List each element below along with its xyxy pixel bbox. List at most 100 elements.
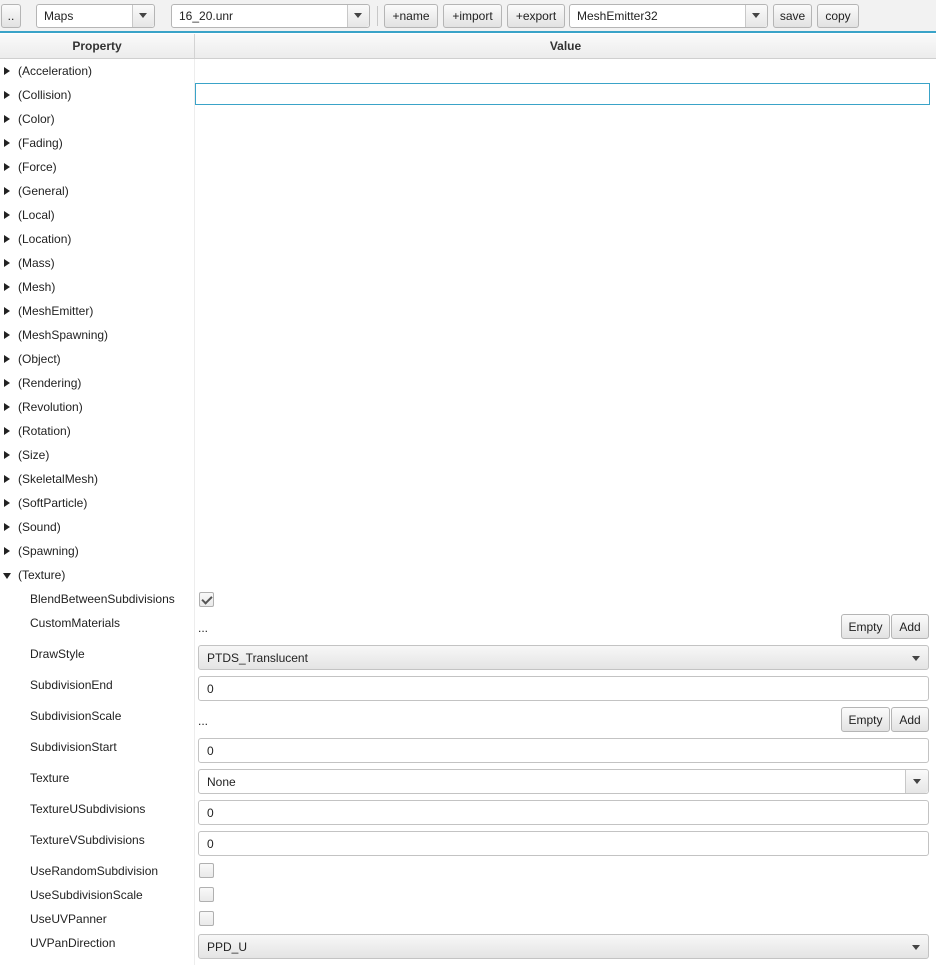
group-row-collision[interactable]: (Collision) (0, 83, 936, 107)
group-label: (MeshEmitter) (18, 304, 94, 318)
expand-arrow-icon[interactable] (4, 211, 10, 219)
category-combo[interactable]: Maps (36, 4, 155, 28)
expand-arrow-icon[interactable] (4, 235, 10, 243)
property-row-texture-u-subdivisions: TextureUSubdivisions 0 (0, 797, 936, 828)
custom-materials-add-button[interactable]: Add (891, 614, 929, 639)
expand-arrow-icon[interactable] (4, 91, 10, 99)
group-row-meshspawning[interactable]: (MeshSpawning) (0, 323, 936, 347)
property-label: TextureVSubdivisions (30, 833, 145, 847)
expand-arrow-icon[interactable] (4, 139, 10, 147)
texture-v-subdivisions-input[interactable]: 0 (198, 831, 929, 856)
property-row-texture: Texture None (0, 766, 936, 797)
object-combo[interactable]: MeshEmitter32 (569, 4, 768, 28)
table-header: Property Value (0, 34, 936, 59)
group-row-sound[interactable]: (Sound) (0, 515, 936, 539)
group-row-softparticle[interactable]: (SoftParticle) (0, 491, 936, 515)
use-random-subdivision-checkbox[interactable] (199, 863, 214, 878)
expand-arrow-icon[interactable] (4, 547, 10, 555)
group-row-mass[interactable]: (Mass) (0, 251, 936, 275)
property-row-uv-pan-direction: UVPanDirection PPD_U (0, 931, 936, 962)
group-row-color[interactable]: (Color) (0, 107, 936, 131)
property-label: DrawStyle (30, 647, 85, 661)
expand-arrow-icon[interactable] (4, 499, 10, 507)
group-row-spawning[interactable]: (Spawning) (0, 539, 936, 563)
property-label: SubdivisionScale (30, 709, 122, 723)
expand-arrow-icon[interactable] (4, 355, 10, 363)
property-label: UseUVPanner (30, 912, 107, 926)
subdivision-scale-add-button[interactable]: Add (891, 707, 929, 732)
texture-dropdown-button[interactable] (905, 770, 928, 793)
up-button[interactable]: .. (1, 4, 21, 28)
group-row-local[interactable]: (Local) (0, 203, 936, 227)
add-name-button[interactable]: +name (384, 4, 438, 28)
draw-style-dropdown[interactable]: PTDS_Translucent (198, 645, 929, 670)
group-row-general[interactable]: (General) (0, 179, 936, 203)
group-row-force[interactable]: (Force) (0, 155, 936, 179)
uv-pan-direction-value: PPD_U (207, 940, 248, 954)
expand-arrow-icon[interactable] (4, 403, 10, 411)
chevron-down-icon (913, 779, 921, 784)
add-export-button[interactable]: +export (507, 4, 565, 28)
property-label: UseRandomSubdivision (30, 864, 159, 878)
add-import-button[interactable]: +import (443, 4, 502, 28)
subdivision-end-input[interactable]: 0 (198, 676, 929, 701)
group-label: (General) (18, 184, 69, 198)
custom-materials-empty-button[interactable]: Empty (841, 614, 890, 639)
texture-u-subdivisions-value: 0 (207, 806, 214, 820)
group-label: (Force) (18, 160, 57, 174)
collapse-arrow-icon[interactable] (3, 573, 11, 579)
blend-between-subdivisions-checkbox[interactable] (199, 592, 214, 607)
group-row-fading[interactable]: (Fading) (0, 131, 936, 155)
property-column-header[interactable]: Property (0, 34, 194, 58)
category-dropdown-button[interactable] (132, 5, 154, 27)
expand-arrow-icon[interactable] (4, 163, 10, 171)
group-row-acceleration[interactable]: (Acceleration) (0, 59, 936, 83)
uv-pan-direction-dropdown[interactable]: PPD_U (198, 934, 929, 959)
expand-arrow-icon[interactable] (4, 187, 10, 195)
use-subdivision-scale-checkbox[interactable] (199, 887, 214, 902)
group-label: (Sound) (18, 520, 61, 534)
property-row-use-uv-panner: UseUVPanner (0, 907, 936, 931)
expand-arrow-icon[interactable] (4, 523, 10, 531)
file-combo[interactable]: 16_20.unr (171, 4, 370, 28)
group-label: (Acceleration) (18, 64, 93, 78)
expand-arrow-icon[interactable] (4, 67, 10, 75)
property-label: CustomMaterials (30, 616, 121, 630)
save-button[interactable]: save (773, 4, 812, 28)
file-dropdown-button[interactable] (347, 5, 369, 27)
expand-arrow-icon[interactable] (4, 331, 10, 339)
group-row-rendering[interactable]: (Rendering) (0, 371, 936, 395)
expand-arrow-icon[interactable] (4, 379, 10, 387)
group-row-skeletalmesh[interactable]: (SkeletalMesh) (0, 467, 936, 491)
subdivision-start-input[interactable]: 0 (198, 738, 929, 763)
group-row-rotation[interactable]: (Rotation) (0, 419, 936, 443)
expand-arrow-icon[interactable] (4, 427, 10, 435)
expand-arrow-icon[interactable] (4, 115, 10, 123)
group-label: (Rotation) (18, 424, 71, 438)
property-row-subdivision-scale: SubdivisionScale ... Empty Add (0, 704, 936, 735)
group-row-mesh[interactable]: (Mesh) (0, 275, 936, 299)
texture-u-subdivisions-input[interactable]: 0 (198, 800, 929, 825)
property-row-subdivision-start: SubdivisionStart 0 (0, 735, 936, 766)
expand-arrow-icon[interactable] (4, 475, 10, 483)
category-value: Maps (44, 9, 74, 23)
expand-arrow-icon[interactable] (4, 283, 10, 291)
property-label: UVPanDirection (30, 936, 116, 950)
group-label: (Revolution) (18, 400, 83, 414)
group-row-location[interactable]: (Location) (0, 227, 936, 251)
group-row-meshemitter[interactable]: (MeshEmitter) (0, 299, 936, 323)
expand-arrow-icon[interactable] (4, 307, 10, 315)
expand-arrow-icon[interactable] (4, 451, 10, 459)
group-row-object[interactable]: (Object) (0, 347, 936, 371)
value-column-header[interactable]: Value (195, 34, 936, 58)
object-dropdown-button[interactable] (745, 5, 767, 27)
copy-button[interactable]: copy (817, 4, 859, 28)
subdivision-scale-empty-button[interactable]: Empty (841, 707, 890, 732)
use-uv-panner-checkbox[interactable] (199, 911, 214, 926)
texture-combo[interactable]: None (198, 769, 929, 794)
group-row-revolution[interactable]: (Revolution) (0, 395, 936, 419)
expand-arrow-icon[interactable] (4, 259, 10, 267)
group-row-size[interactable]: (Size) (0, 443, 936, 467)
group-row-texture[interactable]: (Texture) (0, 563, 936, 587)
chevron-down-icon (354, 13, 362, 18)
